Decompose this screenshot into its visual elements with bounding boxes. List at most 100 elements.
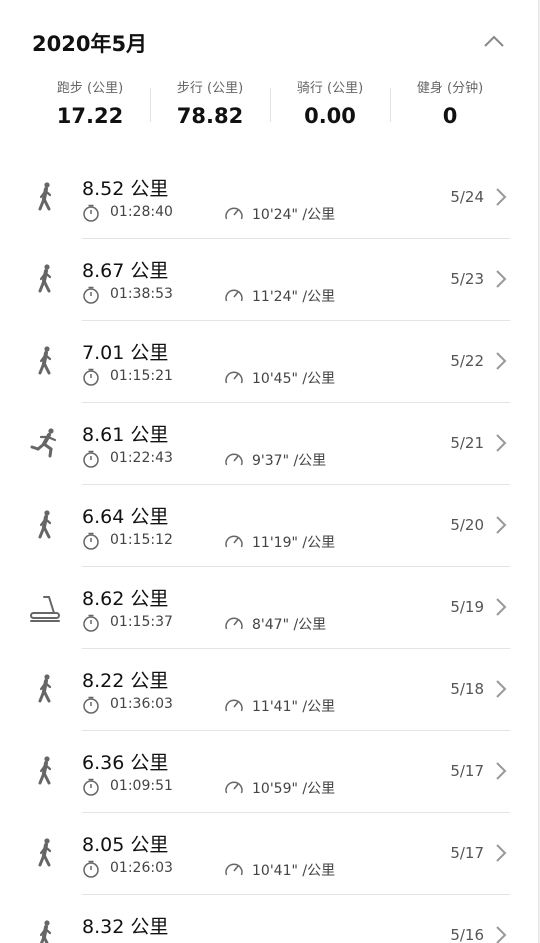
activity-duration: 01:15:21: [110, 368, 173, 384]
stopwatch-icon: [82, 286, 100, 304]
activity-pace: 10'24" /公里: [252, 207, 336, 223]
activity-pace: 9'37" /公里: [252, 453, 327, 469]
pace-gauge-icon: [224, 614, 244, 632]
activity-meta: 01:15:12 11'19" /公里: [82, 531, 422, 553]
activity-row[interactable]: 6.64 公里 01:15:12 11'19" /公里 5/20: [0, 485, 538, 567]
activity-row[interactable]: 8.05 公里 01:26:03 10'41" /公里 5/17: [0, 813, 538, 895]
stopwatch-icon: [82, 532, 100, 550]
chevron-right-icon[interactable]: [494, 515, 508, 535]
activity-duration: 01:38:53: [110, 286, 173, 302]
activity-duration: 01:36:03: [110, 696, 173, 712]
chevron-right-icon[interactable]: [494, 597, 508, 617]
summary-value: 17.22: [56, 104, 124, 128]
activity-row[interactable]: 6.36 公里 01:09:51 10'59" /公里 5/17: [0, 731, 538, 813]
activity-row[interactable]: 8.32 公里 5/16: [0, 895, 538, 943]
activity-meta: 01:22:43 9'37" /公里: [82, 449, 422, 471]
activity-distance: 8.32 公里: [82, 916, 169, 938]
stopwatch-icon: [82, 368, 100, 386]
summary-value: 78.82: [176, 104, 244, 128]
activity-distance: 6.36 公里: [82, 752, 169, 774]
stopwatch-icon: [82, 860, 100, 878]
pace-gauge-icon: [224, 532, 244, 550]
walk-icon: [28, 917, 64, 943]
activity-duration: 01:15:37: [110, 614, 173, 630]
pace-gauge-icon: [224, 204, 244, 222]
activity-distance: 8.61 公里: [82, 424, 169, 446]
activity-distance: 8.62 公里: [82, 588, 169, 610]
activity-row[interactable]: 8.61 公里 01:22:43 9'37" /公里 5/21: [0, 403, 538, 485]
activity-date: 5/16: [450, 926, 484, 943]
activity-date: 5/22: [450, 352, 484, 370]
pace-gauge-icon: [224, 778, 244, 796]
activity-meta: 01:09:51 10'59" /公里: [82, 777, 422, 799]
stopwatch-icon: [82, 778, 100, 796]
activity-row[interactable]: 8.62 公里 01:15:37 8'47" /公里 5/19: [0, 567, 538, 649]
activity-pace: 11'19" /公里: [252, 535, 336, 551]
activity-duration: 01:09:51: [110, 778, 173, 794]
chevron-right-icon[interactable]: [494, 187, 508, 207]
activity-duration: 01:15:12: [110, 532, 173, 548]
activity-meta: 01:36:03 11'41" /公里: [82, 695, 422, 717]
walk-icon: [28, 835, 64, 871]
month-header[interactable]: 2020年5月: [0, 0, 538, 82]
activity-pace: 11'41" /公里: [252, 699, 336, 715]
month-title: 2020年5月: [32, 32, 148, 56]
run-icon: [28, 425, 64, 461]
chevron-right-icon[interactable]: [494, 679, 508, 699]
activity-distance: 8.05 公里: [82, 834, 169, 856]
month-summary: 跑步 (公里) 17.22 步行 (公里) 78.82 骑行 (公里) 0.00…: [30, 80, 510, 130]
pace-gauge-icon: [224, 696, 244, 714]
summary-label: 骑行 (公里): [296, 81, 364, 96]
activity-date: 5/17: [450, 844, 484, 862]
activity-row[interactable]: 8.22 公里 01:36:03 11'41" /公里 5/18: [0, 649, 538, 731]
chevron-right-icon[interactable]: [494, 351, 508, 371]
activity-meta: 01:28:40 10'24" /公里: [82, 203, 422, 225]
summary-label: 跑步 (公里): [56, 81, 124, 96]
activity-date: 5/19: [450, 598, 484, 616]
activity-date: 5/17: [450, 762, 484, 780]
chevron-up-icon[interactable]: [480, 28, 508, 56]
chevron-right-icon[interactable]: [494, 925, 508, 943]
activity-pace: 10'41" /公里: [252, 863, 336, 879]
chevron-right-icon[interactable]: [494, 433, 508, 453]
activity-duration: 01:22:43: [110, 450, 173, 466]
activity-pace: 10'59" /公里: [252, 781, 336, 797]
activity-row[interactable]: 8.67 公里 01:38:53 11'24" /公里 5/23: [0, 239, 538, 321]
walk-icon: [28, 671, 64, 707]
summary-label: 健身 (分钟): [416, 81, 484, 96]
activity-meta: 01:15:21 10'45" /公里: [82, 367, 422, 389]
summary-fitness: 健身 (分钟) 0: [390, 80, 510, 130]
activity-distance: 8.67 公里: [82, 260, 169, 282]
activity-duration: 01:28:40: [110, 204, 173, 220]
activity-pace: 10'45" /公里: [252, 371, 336, 387]
walk-icon: [28, 179, 64, 215]
activity-row[interactable]: 7.01 公里 01:15:21 10'45" /公里 5/22: [0, 321, 538, 403]
activity-date: 5/18: [450, 680, 484, 698]
activity-date: 5/21: [450, 434, 484, 452]
stopwatch-icon: [82, 614, 100, 632]
activity-meta: 01:38:53 11'24" /公里: [82, 285, 422, 307]
walk-icon: [28, 753, 64, 789]
pace-gauge-icon: [224, 860, 244, 878]
summary-running: 跑步 (公里) 17.22: [30, 80, 150, 130]
chevron-right-icon[interactable]: [494, 843, 508, 863]
summary-walking: 步行 (公里) 78.82: [150, 80, 270, 130]
pace-gauge-icon: [224, 450, 244, 468]
activity-meta: 01:15:37 8'47" /公里: [82, 613, 422, 635]
chevron-right-icon[interactable]: [494, 269, 508, 289]
summary-value: 0.00: [304, 104, 356, 128]
chevron-right-icon[interactable]: [494, 761, 508, 781]
treadmill-icon: [28, 589, 64, 625]
stopwatch-icon: [82, 696, 100, 714]
activity-duration: 01:26:03: [110, 860, 173, 876]
activity-pace: 11'24" /公里: [252, 289, 336, 305]
walk-icon: [28, 507, 64, 543]
pace-gauge-icon: [224, 368, 244, 386]
activity-pace: 8'47" /公里: [252, 617, 327, 633]
activity-date: 5/23: [450, 270, 484, 288]
activity-meta: 01:26:03 10'41" /公里: [82, 859, 422, 881]
activity-row[interactable]: 8.52 公里 01:28:40 10'24" /公里 5/24: [0, 157, 538, 239]
activity-date: 5/20: [450, 516, 484, 534]
summary-cycling: 骑行 (公里) 0.00: [270, 80, 390, 130]
month-card: 2020年5月 跑步 (公里) 17.22 步行 (公里) 78.82 骑行 (…: [0, 0, 539, 943]
